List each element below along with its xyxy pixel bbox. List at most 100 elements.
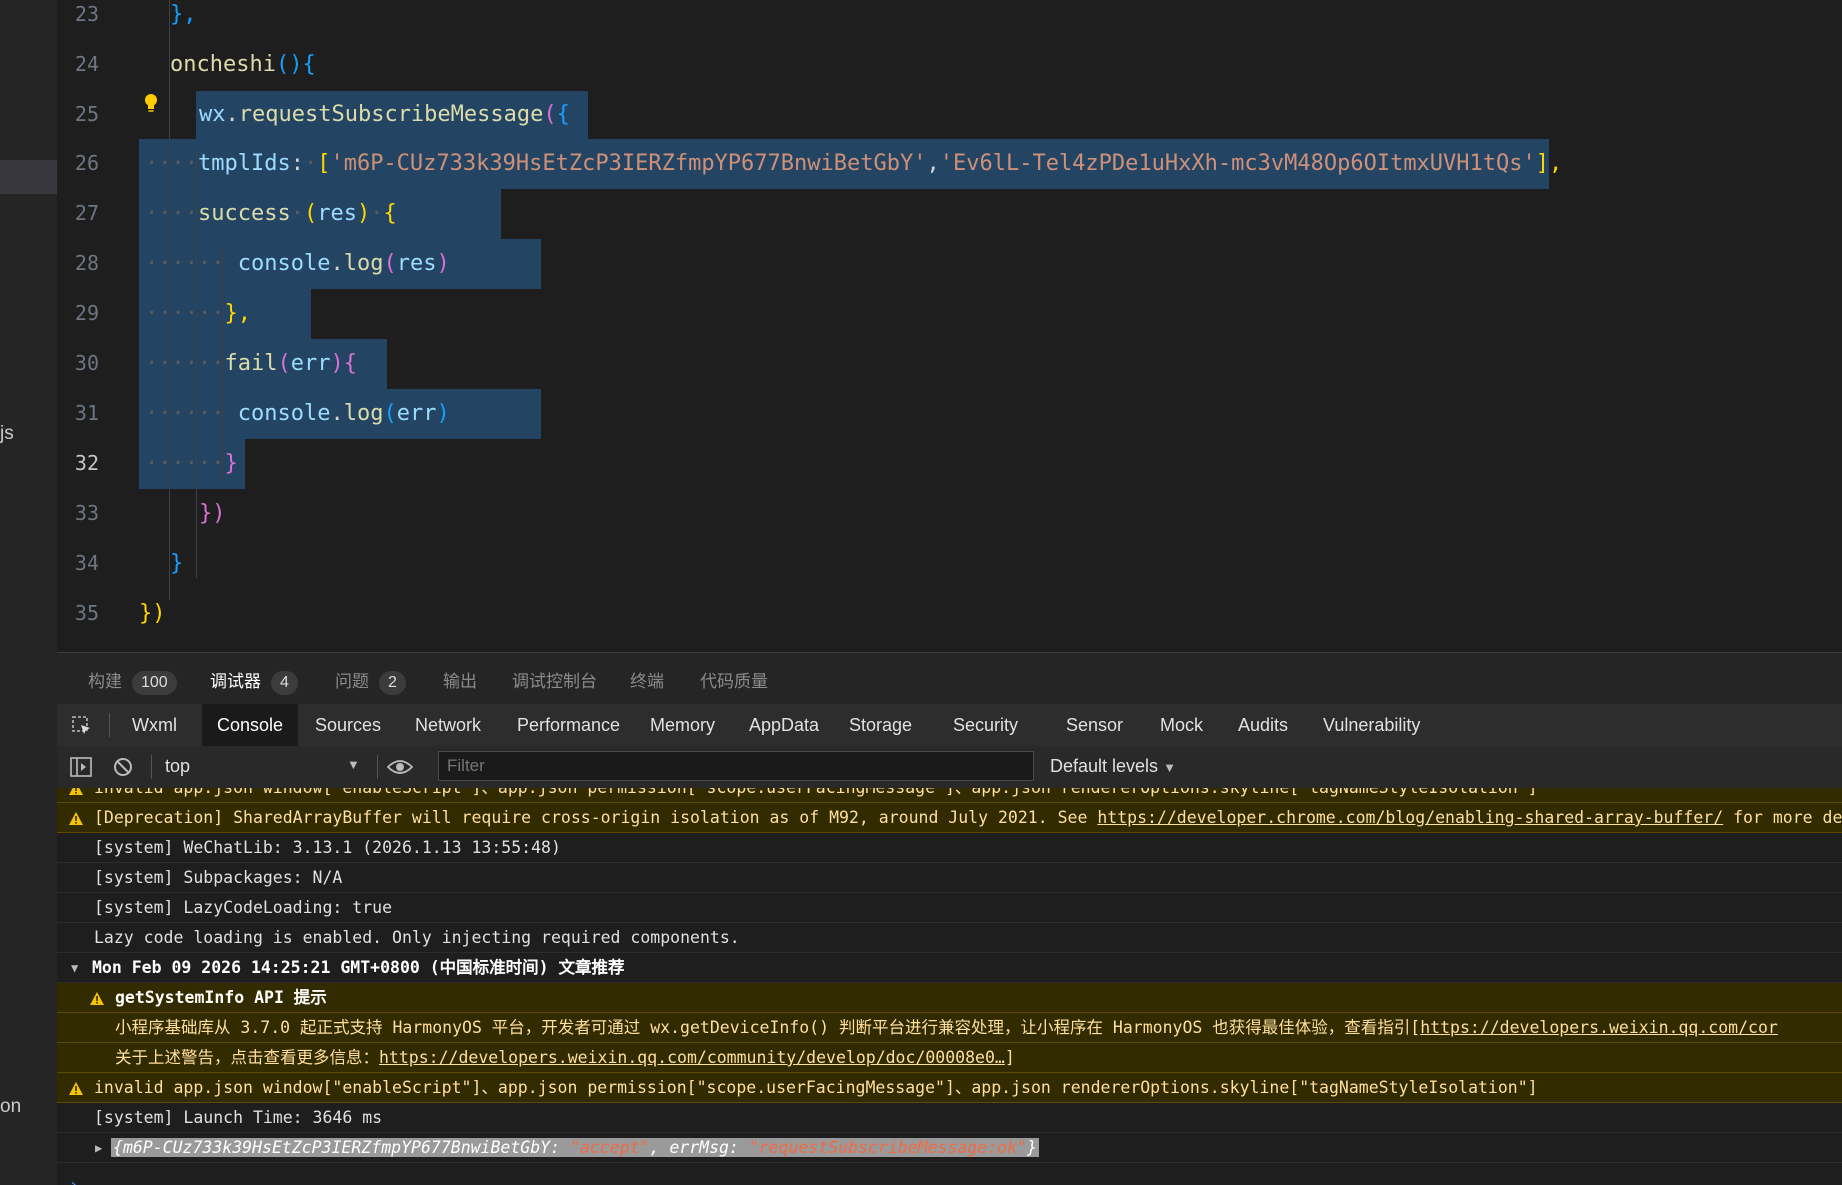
console-link[interactable]: https://developers.weixin.qq.com/cor	[1420, 1018, 1778, 1037]
explorer-selected-item[interactable]	[0, 160, 57, 194]
object-name: wx	[199, 102, 226, 127]
console-output[interactable]: invalid app.json window["enableScript"]、…	[57, 788, 1842, 1185]
code-line: 25 wx.requestSubscribeMessage({	[57, 91, 1842, 139]
obj-value: "accept"	[569, 1138, 650, 1157]
console-message: invalid app.json window["enableScript"]、…	[94, 788, 1538, 803]
console-group-header[interactable]: ▼ Mon Feb 09 2026 14:25:21 GMT+0800 (中国标…	[57, 953, 1842, 983]
warning-icon	[90, 992, 104, 1005]
line-number: 27	[74, 201, 99, 225]
log-levels-dropdown[interactable]: Default levels ▼	[1050, 756, 1176, 777]
divider	[377, 755, 378, 779]
console-warning-row[interactable]: getSystemInfo API 提示	[57, 983, 1842, 1013]
inspect-element-icon[interactable]	[71, 715, 93, 737]
console-warning-row[interactable]: 小程序基础库从 3.7.0 起正式支持 HarmonyOS 平台，开发者可通过 …	[57, 1013, 1842, 1043]
console-warning-row[interactable]: invalid app.json window["enableScript"]、…	[57, 788, 1842, 803]
code-editor[interactable]: 23 }, 24 oncheshi(){ 25 wx.requestSubscr…	[57, 0, 1842, 652]
code-line: 26 ····tmplIds:·['m6P-CUz733k39HsEtZcP3I…	[57, 140, 1842, 188]
line-number: 25	[74, 102, 99, 126]
tab-storage[interactable]: Storage	[834, 704, 927, 746]
console-message: Lazy code loading is enabled. Only injec…	[94, 928, 740, 947]
explorer-strip: js on	[0, 0, 57, 1185]
console-link[interactable]: https://developer.chrome.com/blog/enabli…	[1097, 808, 1723, 827]
code-line: 27 ····success·(res)·{	[57, 190, 1842, 238]
tab-vulnerability[interactable]: Vulnerability	[1308, 704, 1435, 746]
tab-terminal[interactable]: 终端	[630, 667, 664, 692]
code-line: 31 ······ console.log(err)	[57, 390, 1842, 438]
string-literal: 'Ev6lL-Tel4zPDe1uHxXh-mc3vM48Op6OItmxUVH…	[939, 151, 1536, 176]
chevron-down-icon[interactable]: ▼	[347, 757, 360, 772]
tab-label: 构建	[88, 672, 122, 691]
filter-input[interactable]	[438, 751, 1034, 781]
bracket: [	[317, 151, 331, 176]
obj-separator: ,	[649, 1138, 670, 1157]
console-message: [system] Launch Time: 3646 ms	[94, 1108, 383, 1127]
console-log-row[interactable]: [system] Launch Time: 3646 ms	[57, 1103, 1842, 1133]
console-warning-row[interactable]: [Deprecation] SharedArrayBuffer will req…	[57, 803, 1842, 833]
console-object-preview[interactable]: {m6P-CUz733k39HsEtZcP3IERZfmpYP677BnwiBe…	[111, 1138, 1039, 1157]
devtools-tabs: Wxml Console Sources Network Performance…	[57, 704, 1842, 747]
tab-memory[interactable]: Memory	[635, 704, 730, 746]
expand-triangle-icon[interactable]: ▶	[95, 1133, 102, 1163]
colon: :	[290, 151, 304, 176]
console-link[interactable]: https://developers.weixin.qq.com/communi…	[379, 1048, 1005, 1067]
expand-triangle-icon[interactable]: ▼	[71, 953, 78, 983]
paren: )	[436, 251, 450, 276]
tab-output[interactable]: 输出	[443, 667, 477, 692]
tab-mock[interactable]: Mock	[1145, 704, 1218, 746]
tab-audits[interactable]: Audits	[1223, 704, 1303, 746]
line-number: 29	[74, 301, 99, 325]
tab-code-quality[interactable]: 代码质量	[700, 667, 768, 692]
console-message: invalid app.json window["enableScript"]、…	[94, 1078, 1538, 1097]
console-log-row[interactable]: Lazy code loading is enabled. Only injec…	[57, 923, 1842, 953]
brace: }	[224, 451, 238, 476]
console-warning-row[interactable]: invalid app.json window["enableScript"]、…	[57, 1073, 1842, 1103]
tab-build[interactable]: 构建 100	[88, 667, 177, 695]
tab-sources[interactable]: Sources	[300, 704, 396, 746]
tab-debugger[interactable]: 调试器 4	[210, 667, 298, 695]
bracket: ],	[1535, 151, 1563, 176]
console-log-row[interactable]: [system] WeChatLib: 3.13.1 (2026.1.13 13…	[57, 833, 1842, 863]
code-line: 23 },	[57, 0, 1842, 39]
tab-security[interactable]: Security	[938, 704, 1033, 746]
warning-icon	[69, 1082, 83, 1095]
brace: })	[139, 601, 166, 626]
tab-console[interactable]: Console	[202, 704, 299, 746]
paren: (	[383, 251, 397, 276]
string-literal: 'm6P-CUz733k39HsEtZcP3IERZfmpYP677BnwiBe…	[330, 151, 927, 176]
warning-icon	[69, 788, 83, 795]
code-line: 35 })	[57, 590, 1842, 638]
context-selector[interactable]: top	[165, 756, 190, 777]
paren: (	[383, 401, 397, 426]
eye-icon[interactable]	[387, 758, 413, 776]
line-number: 26	[74, 151, 99, 175]
console-prompt[interactable]: ›	[69, 1175, 79, 1185]
tab-performance[interactable]: Performance	[502, 704, 635, 746]
tab-appdata[interactable]: AppData	[734, 704, 834, 746]
brace: },	[224, 301, 251, 326]
code-line: 29 ······},	[57, 290, 1842, 338]
tab-network[interactable]: Network	[400, 704, 496, 746]
code-line: 34 }	[57, 540, 1842, 588]
console-warning-row[interactable]: 关于上述警告，点击查看更多信息：https://developers.weixi…	[57, 1043, 1842, 1073]
line-number: 34	[74, 551, 99, 575]
console-log-row[interactable]: [system] LazyCodeLoading: true	[57, 893, 1842, 923]
console-object-row[interactable]: ▶ {m6P-CUz733k39HsEtZcP3IERZfmpYP677Bnwi…	[57, 1133, 1842, 1163]
obj-key: errMsg:	[669, 1138, 749, 1157]
tab-problems[interactable]: 问题 2	[335, 667, 406, 695]
console-log-row[interactable]: [system] Subpackages: N/A	[57, 863, 1842, 893]
tab-sensor[interactable]: Sensor	[1051, 704, 1138, 746]
paren: ()	[275, 52, 303, 77]
obj-key: m6P-CUz733k39HsEtZcP3IERZfmpYP677BnwiBet…	[122, 1138, 570, 1157]
explorer-fragment[interactable]: on	[0, 1096, 21, 1118]
sidebar-toggle-icon[interactable]	[70, 757, 92, 777]
tab-label: 调试器	[210, 672, 261, 691]
line-number: 35	[74, 601, 99, 625]
arg-name: err	[396, 401, 437, 426]
explorer-fragment[interactable]: js	[0, 423, 14, 445]
console-message: [system] Subpackages: N/A	[94, 868, 343, 887]
clear-console-icon[interactable]	[113, 757, 133, 777]
paren: )	[436, 401, 450, 426]
tab-debug-console[interactable]: 调试控制台	[512, 667, 597, 692]
console-message: 关于上述警告，点击查看更多信息：	[115, 1048, 379, 1067]
tab-wxml[interactable]: Wxml	[117, 704, 192, 746]
